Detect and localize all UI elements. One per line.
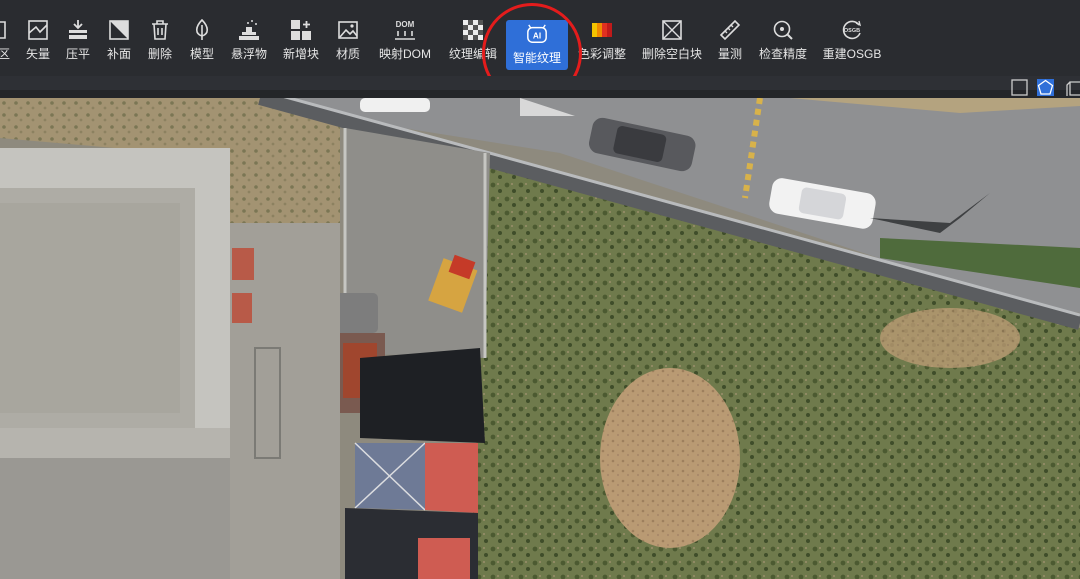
tool-rebuild-osgb[interactable]: OSGB 重建OSGB [822,18,882,70]
tool-label: 删除 [147,47,172,61]
tool-label: 重建OSGB [822,47,882,61]
osgb-icon: OSGB [840,18,864,42]
tool-label: 区 [0,47,10,61]
cube-icon[interactable] [1066,79,1080,96]
shape-toolbar [0,76,1080,98]
flatten-icon [66,18,90,42]
leaf-icon [190,18,214,42]
status-strip [0,90,1080,98]
empty-block-icon [660,18,684,42]
tool-label: 新增块 [282,47,319,61]
tool-measure[interactable]: 量测 [716,18,744,70]
tool-label: 色彩调整 [578,47,627,61]
pentagon-icon[interactable] [1037,79,1054,96]
tool-area[interactable]: 区 [0,18,14,70]
tool-label: 映射DOM [379,47,431,61]
tool-patch[interactable]: 补面 [105,18,133,70]
tool-delete[interactable]: 删除 [146,18,174,70]
aerial-3d-viewport[interactable] [0,98,1080,579]
patch-icon [107,18,131,42]
tool-label: 压平 [65,47,90,61]
new-block-icon [289,18,313,42]
tool-delete-empty[interactable]: 删除空白块 [641,18,703,70]
floating-icon [237,18,261,42]
tool-color-adjust[interactable]: 色彩调整 [578,18,626,70]
material-icon [336,18,360,42]
tool-vector[interactable]: 矢量 [24,18,52,70]
osgb-icon-text: OSGB [844,28,860,34]
tool-model[interactable]: 模型 [188,18,216,70]
checker-icon [461,18,485,42]
area-icon [0,18,16,42]
ruler-icon [718,18,742,42]
tool-floating[interactable]: 悬浮物 [229,18,269,70]
aerial-scene [0,98,1080,579]
tool-new-block[interactable]: 新增块 [281,18,321,70]
tool-label: 模型 [189,47,214,61]
tool-label: 量测 [717,47,742,61]
tool-label: 删除空白块 [641,47,702,61]
tool-label: 材质 [335,47,360,61]
dom-icon: DOM [393,18,417,42]
tool-label: 悬浮物 [230,47,267,61]
dom-icon-text: DOM [395,19,415,29]
tool-material[interactable]: 材质 [334,18,362,70]
vector-icon [26,18,50,42]
main-toolbar: 区 矢量 压平 补面 删除 模型 悬浮物 新增块 材质 DOM 映射DOM 纹理… [0,0,1080,103]
tool-map-dom[interactable]: DOM 映射DOM [376,18,434,70]
tool-flatten[interactable]: 压平 [64,18,92,70]
tool-check-accuracy[interactable]: 检查精度 [758,18,808,70]
tool-label: 补面 [106,47,131,61]
accuracy-icon [771,18,795,42]
tool-label: 矢量 [25,47,50,61]
trash-icon [148,18,172,42]
square-icon[interactable] [1011,79,1028,96]
color-icon [590,18,614,42]
tool-label: 检查精度 [758,47,807,61]
